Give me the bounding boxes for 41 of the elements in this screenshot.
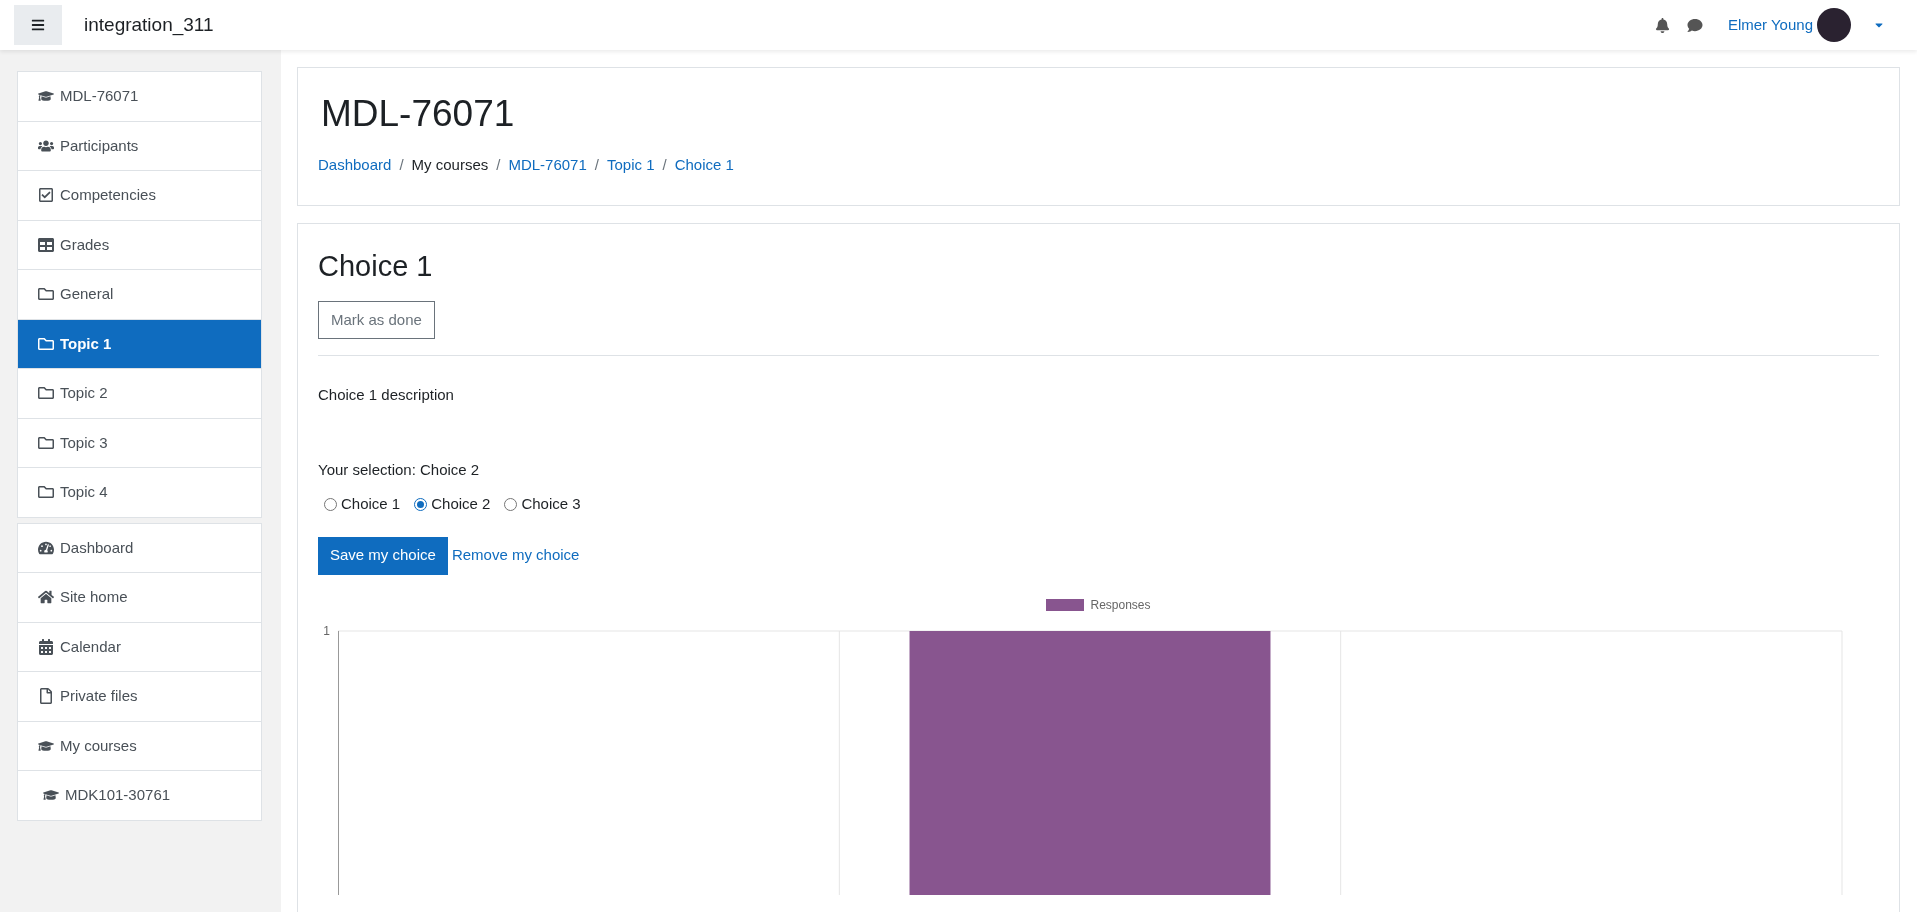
mark-as-done-button[interactable]: Mark as done <box>318 301 435 339</box>
menu-icon <box>31 18 45 32</box>
folder-icon <box>38 385 54 402</box>
bell-icon[interactable] <box>1654 17 1670 33</box>
legend-label: Responses <box>1090 596 1151 614</box>
legend-swatch <box>1046 598 1085 611</box>
breadcrumb-link[interactable]: MDL-76071 <box>508 154 587 177</box>
chat-icon[interactable] <box>1686 17 1703 33</box>
radio-label[interactable]: Choice 2 <box>431 493 491 516</box>
gauge-icon <box>38 539 54 556</box>
breadcrumb-separator: / <box>495 155 502 175</box>
breadcrumb-separator: / <box>661 155 668 175</box>
calendar-icon <box>38 638 54 655</box>
sidebar-item[interactable]: Topic 1 <box>18 319 261 369</box>
user-name[interactable]: Elmer Young <box>1727 13 1813 37</box>
home-icon <box>38 589 54 606</box>
selection-text: Your selection: Choice 2 <box>318 459 481 480</box>
breadcrumb-item: My courses <box>411 155 489 175</box>
activity-description: Choice 1 description <box>318 385 455 405</box>
avatar[interactable] <box>1817 8 1851 42</box>
save-choice-button[interactable]: Save my choice <box>318 536 448 575</box>
checkbox-icon <box>38 187 54 204</box>
site-name[interactable]: integration_311 <box>84 10 214 40</box>
activity-title: Choice 1 <box>318 249 434 284</box>
breadcrumb-link[interactable]: Topic 1 <box>607 154 655 177</box>
remove-choice-link[interactable]: Remove my choice <box>451 544 580 567</box>
file-icon <box>38 688 54 705</box>
table-icon <box>38 236 54 253</box>
radio-label[interactable]: Choice 3 <box>521 493 581 516</box>
menu-button[interactable] <box>14 5 62 45</box>
breadcrumb-link[interactable]: Dashboard <box>318 154 392 177</box>
breadcrumb-link[interactable]: Choice 1 <box>674 154 734 177</box>
radio-label[interactable]: Choice 1 <box>341 493 401 516</box>
folder-icon <box>38 335 54 352</box>
breadcrumb-separator: / <box>398 155 405 175</box>
folder-icon <box>38 286 54 303</box>
folder-icon <box>38 434 54 451</box>
folder-icon <box>38 484 54 501</box>
page-title: MDL-76071 <box>320 92 516 136</box>
y-tick-label: 1 <box>323 623 330 638</box>
breadcrumb-separator: / <box>593 155 600 175</box>
